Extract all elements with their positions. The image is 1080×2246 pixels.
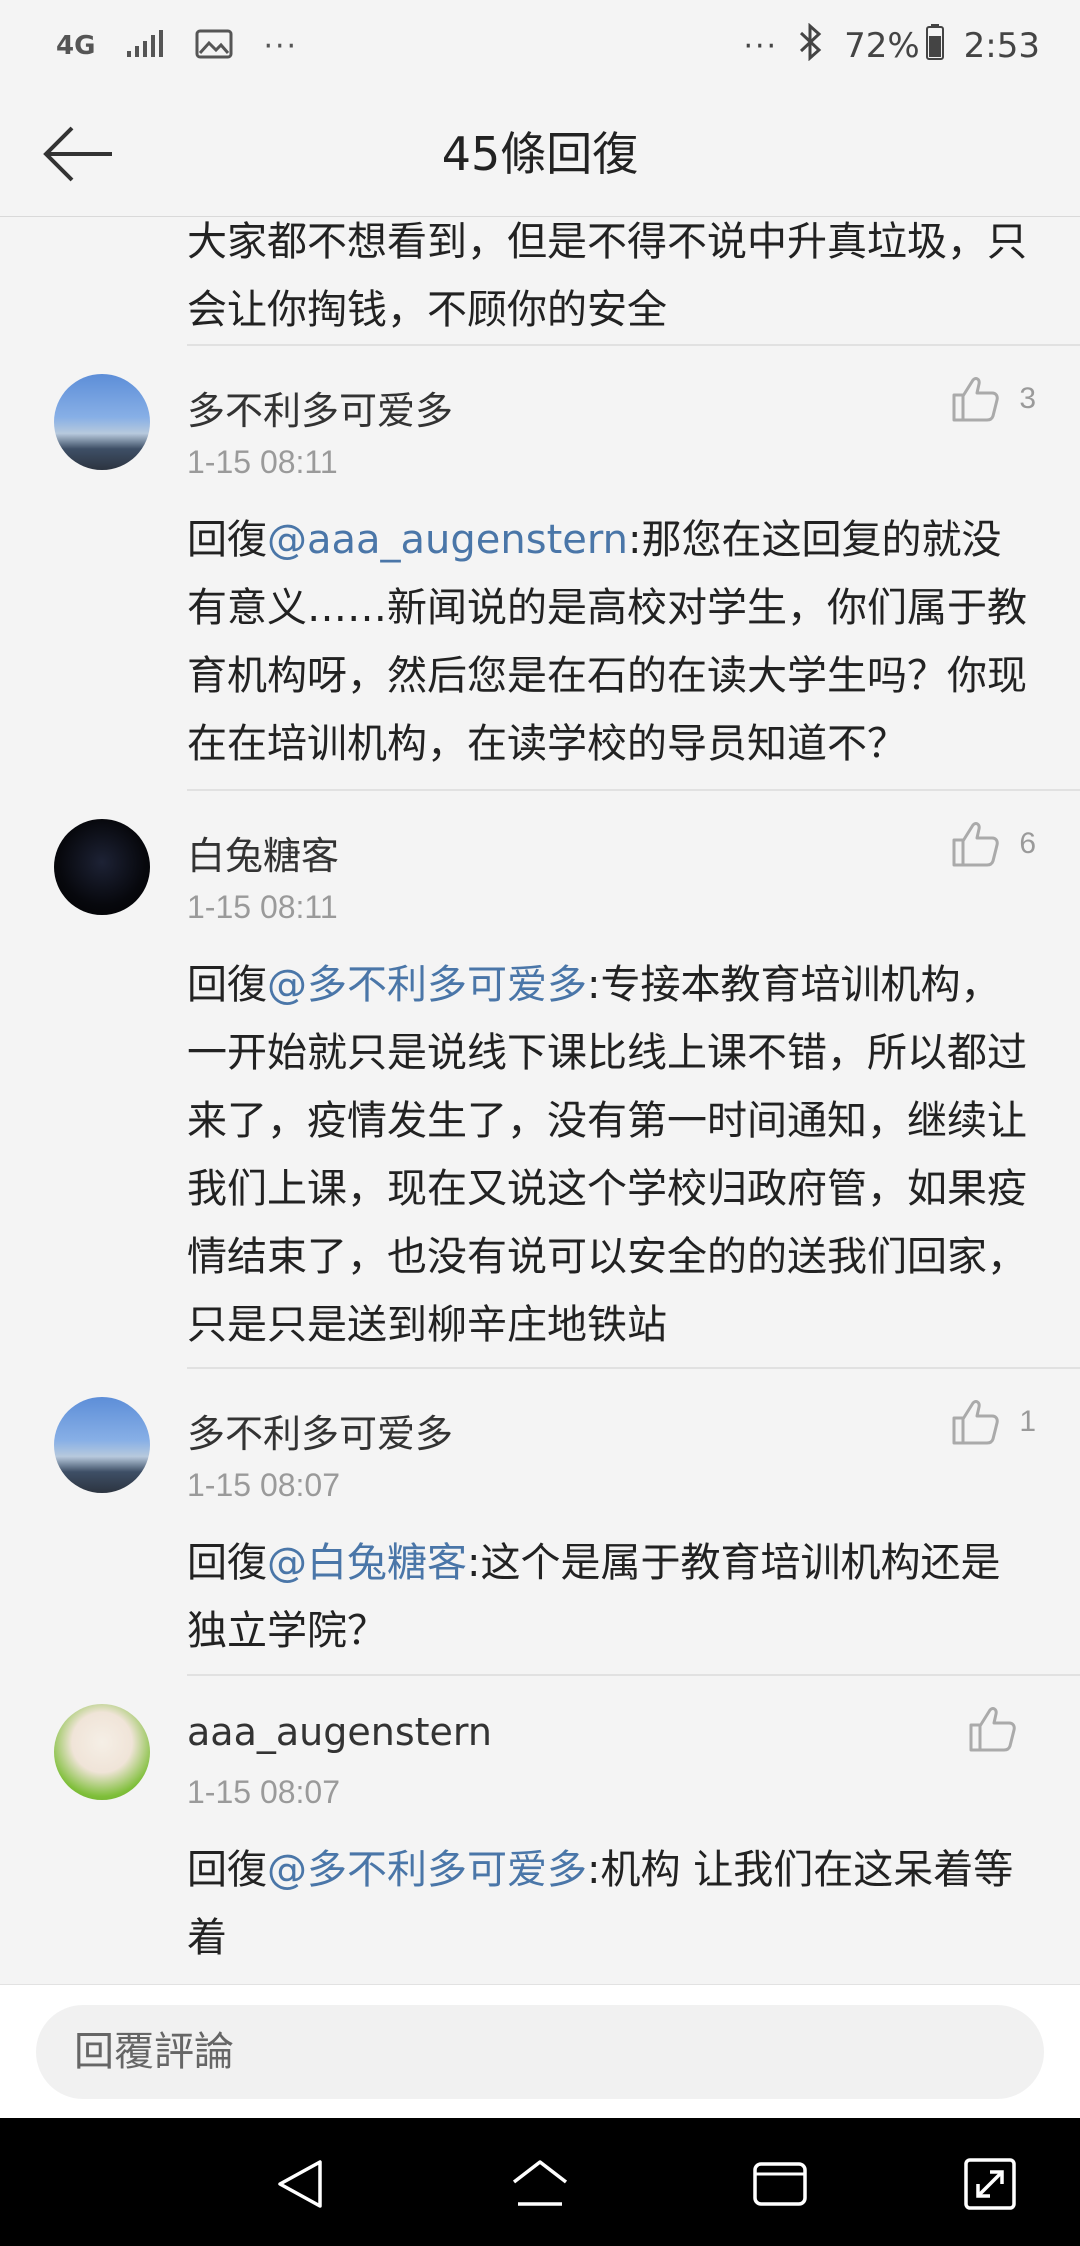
reply-prefix: 回復: [187, 517, 267, 563]
thumbs-up-icon: [952, 822, 1000, 867]
nav-back-icon: [278, 2160, 322, 2208]
nav-recents-button[interactable]: [748, 2152, 812, 2216]
comment-item: aaa_augenstern 1-15 08:07 回復@多不利多可爱多:机构 …: [54, 1676, 1080, 1974]
status-bar: 4G ··· ··· 72% 2:53: [0, 0, 1080, 92]
like-button[interactable]: 3: [951, 376, 1036, 422]
comment-time: 1-15 08:07: [187, 1774, 341, 1810]
battery-indicator: 72%: [844, 23, 944, 69]
mention-link[interactable]: @多不利多可爱多: [267, 962, 587, 1008]
like-button[interactable]: 6: [951, 821, 1036, 867]
battery-icon: [925, 23, 944, 69]
reply-bar: 回覆評論: [0, 1984, 1080, 2119]
battery-percent: 72%: [844, 26, 920, 66]
comment-text: 回復@aaa_augenstern:那您在这回复的就没有意义……新闻说的是高校对…: [187, 506, 1040, 778]
like-button[interactable]: 1: [951, 1399, 1036, 1445]
comment-time: 1-15 08:11: [187, 444, 338, 480]
comment-feed[interactable]: 大家都不想看到，但是不得不说中升真垃圾，只会让你掏钱，不顾你的安全 多不利多可爱…: [0, 217, 1080, 1983]
previous-comment-continuation: 大家都不想看到，但是不得不说中升真垃圾，只会让你掏钱，不顾你的安全: [187, 217, 1080, 346]
avatar[interactable]: [54, 1704, 150, 1800]
page-title: 45條回復: [441, 127, 639, 181]
avatar[interactable]: [54, 374, 150, 470]
status-right: ··· 72% 2:53: [743, 20, 1040, 72]
comment-time: 1-15 08:11: [187, 889, 338, 925]
comment-text: 回復@白兔糖客:这个是属于教育培训机构还是独立学院？: [187, 1529, 1040, 1665]
like-button[interactable]: [968, 1706, 1036, 1752]
mention-link[interactable]: @白兔糖客: [267, 1540, 467, 1586]
comment-item: 多不利多可爱多 1-15 08:07 1 回復@白兔糖客:这个是属于教育培训机构…: [54, 1369, 1080, 1676]
mention-link[interactable]: @多不利多可爱多: [267, 1847, 587, 1893]
nav-home-button[interactable]: [508, 2152, 572, 2216]
expand-icon: [964, 2158, 1016, 2210]
reply-prefix: 回復: [187, 1847, 267, 1893]
thumbs-up-icon: [969, 1707, 1016, 1752]
status-left: 4G ···: [56, 20, 298, 72]
comment-author[interactable]: aaa_augenstern: [187, 1710, 492, 1754]
reply-prefix: 回復: [187, 1540, 267, 1586]
like-count: 6: [1019, 827, 1036, 860]
like-count: 1: [1019, 1405, 1036, 1438]
comment-body: :专接本教育培训机构，一开始就只是说线下课比线上课不错，所以都过来了，疫情发生了…: [187, 962, 1027, 1348]
nav-recents-icon: [753, 2162, 807, 2206]
nav-expand-button[interactable]: [958, 2152, 1022, 2216]
comment-time: 1-15 08:07: [187, 1467, 341, 1503]
comment-text: 回復@多不利多可爱多:专接本教育培训机构，一开始就只是说线下课比线上课不错，所以…: [187, 951, 1040, 1359]
mention-link[interactable]: @aaa_augenstern: [267, 517, 628, 563]
avatar[interactable]: [54, 1397, 150, 1493]
more-dots: ···: [743, 28, 779, 64]
thumbs-up-icon: [952, 377, 1000, 422]
comment-item: 多不利多可爱多 1-15 08:11 3 回復@aaa_augenstern:那…: [54, 346, 1080, 791]
comment-author[interactable]: 多不利多可爱多: [187, 380, 453, 435]
comment-text: 回復@多不利多可爱多:机构 让我们在这呆着等着: [187, 1836, 1040, 1972]
nav-back-button[interactable]: [268, 2152, 332, 2216]
notification-dots: ···: [263, 28, 299, 64]
comment-author[interactable]: 多不利多可爱多: [187, 1403, 453, 1458]
signal-icon: [125, 29, 165, 63]
reply-prefix: 回復: [187, 962, 267, 1008]
comment-item: 白兔糖客 1-15 08:11 6 回復@多不利多可爱多:专接本教育培训机构，一…: [54, 791, 1080, 1369]
bluetooth-icon: [798, 22, 824, 70]
system-nav-bar: [0, 2118, 1080, 2246]
reply-input[interactable]: 回覆評論: [36, 2005, 1044, 2099]
avatar[interactable]: [54, 819, 150, 915]
network-type: 4G: [56, 31, 96, 61]
nav-home-icon: [512, 2160, 568, 2206]
comment-text: 大家都不想看到，但是不得不说中升真垃圾，只会让你掏钱，不顾你的安全: [187, 219, 1027, 333]
like-count: 3: [1019, 382, 1036, 415]
comment-author[interactable]: 白兔糖客: [187, 825, 339, 880]
thumbs-up-icon: [952, 1400, 1000, 1445]
image-icon: [195, 28, 233, 64]
header: 45條回復: [0, 92, 1080, 217]
clock: 2:53: [963, 26, 1040, 66]
